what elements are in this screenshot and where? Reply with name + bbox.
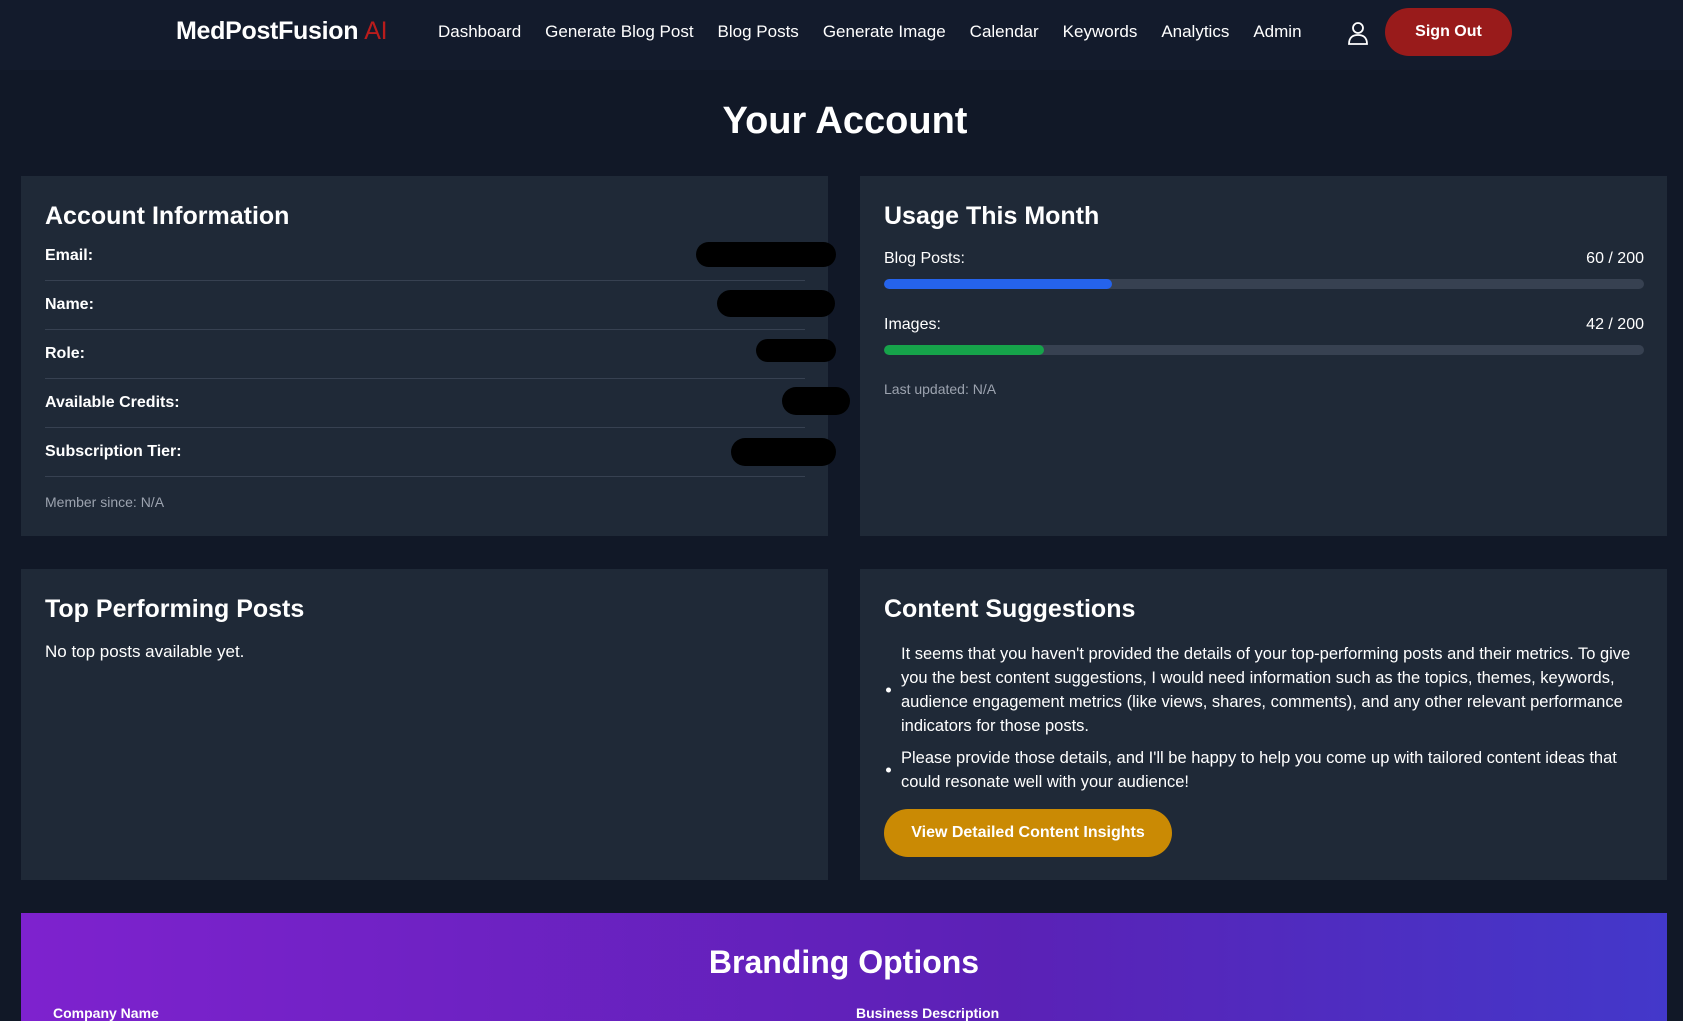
company-name-label: Company Name xyxy=(53,1005,159,1021)
page-title: Your Account xyxy=(722,100,968,142)
content-suggestions-card: Content Suggestions It seems that you ha… xyxy=(860,569,1667,880)
subscription-value-redacted xyxy=(731,438,836,466)
account-row-name: Name: xyxy=(45,281,835,330)
suggestion-text: It seems that you haven't provided the d… xyxy=(901,645,1631,735)
images-usage-label: Images: xyxy=(884,316,941,333)
name-label: Name: xyxy=(45,296,94,313)
brand-logo[interactable]: MedPostFusion AI xyxy=(176,17,388,46)
images-progress-fill xyxy=(884,345,1044,355)
navbar: MedPostFusion AI Dashboard Generate Blog … xyxy=(0,0,1683,70)
credits-value-redacted xyxy=(782,387,850,415)
account-information-card: Account Information Email: Name: Role: A… xyxy=(21,176,850,536)
nav-keywords[interactable]: Keywords xyxy=(1063,22,1138,42)
available-credits-label: Available Credits: xyxy=(45,394,180,411)
suggestion-item: It seems that you haven't provided the d… xyxy=(884,642,1644,738)
nav-admin[interactable]: Admin xyxy=(1253,22,1301,42)
nav-calendar[interactable]: Calendar xyxy=(970,22,1039,42)
account-row-email: Email: xyxy=(45,232,836,281)
account-row-credits: Available Credits: xyxy=(45,379,850,428)
last-updated: Last updated: N/A xyxy=(884,381,997,397)
role-value-redacted xyxy=(756,339,836,362)
email-value-redacted xyxy=(696,242,836,267)
blog-posts-progress-fill xyxy=(884,279,1112,289)
images-progress-track xyxy=(884,345,1644,355)
account-row-subscription: Subscription Tier: xyxy=(45,428,836,477)
bullet-icon xyxy=(886,767,891,773)
sign-out-button[interactable]: Sign Out xyxy=(1385,8,1512,56)
bullet-icon xyxy=(886,687,891,693)
nav-dashboard[interactable]: Dashboard xyxy=(438,22,521,42)
no-top-posts-message: No top posts available yet. xyxy=(45,642,245,661)
account-row-role: Role: xyxy=(45,330,836,379)
subscription-tier-label: Subscription Tier: xyxy=(45,443,182,460)
blog-posts-usage-label: Blog Posts: xyxy=(884,250,965,267)
suggestions-list: It seems that you haven't provided the d… xyxy=(884,642,1644,802)
blog-posts-progress-track xyxy=(884,279,1644,289)
images-usage-count: 42 / 200 xyxy=(1586,316,1644,333)
name-value-redacted xyxy=(717,290,835,317)
top-performing-posts-title: Top Performing Posts xyxy=(45,595,305,623)
member-since: Member since: N/A xyxy=(45,494,165,510)
suggestion-text: Please provide those details, and I'll b… xyxy=(901,749,1617,791)
business-description-label: Business Description xyxy=(856,1005,1000,1021)
blog-posts-usage-count: 60 / 200 xyxy=(1586,250,1644,267)
role-label: Role: xyxy=(45,345,85,362)
nav-generate-image[interactable]: Generate Image xyxy=(823,22,946,42)
top-performing-posts-card: Top Performing Posts No top posts availa… xyxy=(21,569,828,880)
branding-title: Branding Options xyxy=(708,944,980,980)
suggestion-item: Please provide those details, and I'll b… xyxy=(884,746,1644,794)
nav-links: Dashboard Generate Blog Post Blog Posts … xyxy=(438,22,1326,42)
email-label: Email: xyxy=(45,247,94,264)
view-content-insights-button[interactable]: View Detailed Content Insights xyxy=(884,809,1172,857)
account-information-title: Account Information xyxy=(45,202,290,230)
brand-suffix: AI xyxy=(364,17,388,45)
usage-title: Usage This Month xyxy=(884,202,1100,230)
nav-blog-posts[interactable]: Blog Posts xyxy=(718,22,799,42)
nav-analytics[interactable]: Analytics xyxy=(1161,22,1229,42)
brand-name: MedPostFusion xyxy=(176,17,359,45)
content-suggestions-title: Content Suggestions xyxy=(884,595,1136,623)
branding-section: Branding Options Company Name Business D… xyxy=(21,913,1667,1021)
user-icon[interactable] xyxy=(1347,21,1369,45)
nav-generate-blog-post[interactable]: Generate Blog Post xyxy=(545,22,693,42)
usage-card: Usage This Month Blog Posts: 60 / 200 Im… xyxy=(860,176,1667,536)
